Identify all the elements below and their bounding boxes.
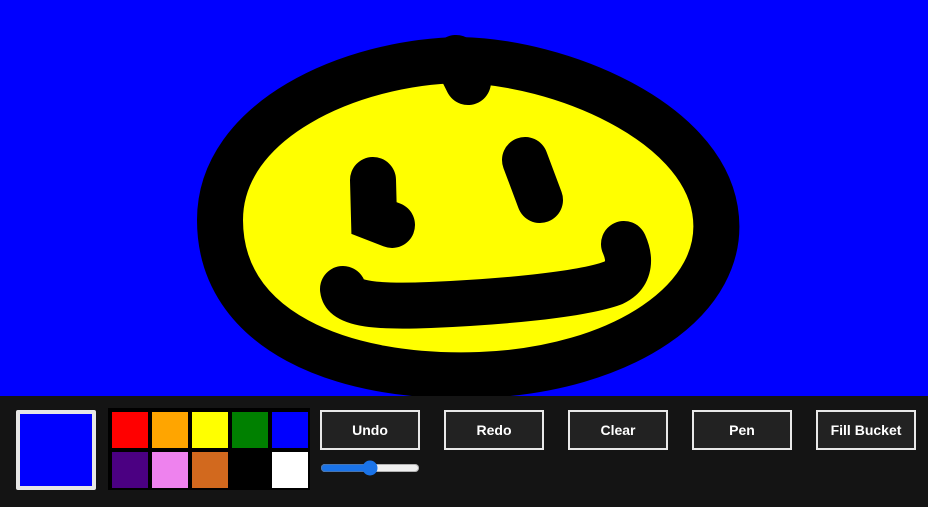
clear-button[interactable]: Clear <box>568 410 668 450</box>
color-swatch-green[interactable] <box>232 412 268 448</box>
right-eye-stroke <box>502 137 563 223</box>
drawing-canvas[interactable] <box>0 0 928 396</box>
color-swatch-orange[interactable] <box>152 412 188 448</box>
pen-button[interactable]: Pen <box>692 410 792 450</box>
color-swatch-blue[interactable] <box>272 412 308 448</box>
color-swatch-yellow[interactable] <box>192 412 228 448</box>
redo-button[interactable]: Redo <box>444 410 544 450</box>
color-palette <box>108 408 310 490</box>
color-swatch-white[interactable] <box>272 452 308 488</box>
top-tuft-stroke <box>433 35 491 105</box>
color-swatch-indigo[interactable] <box>112 452 148 488</box>
undo-button[interactable]: Undo <box>320 410 420 450</box>
color-swatch-violet[interactable] <box>152 452 188 488</box>
color-swatch-red[interactable] <box>112 412 148 448</box>
color-swatch-black[interactable] <box>232 452 268 488</box>
left-eye-stroke <box>350 157 415 248</box>
current-color-swatch <box>16 410 96 490</box>
color-swatch-chocolate[interactable] <box>192 452 228 488</box>
fill-bucket-button[interactable]: Fill Bucket <box>816 410 916 450</box>
brush-size-slider[interactable] <box>320 460 420 476</box>
